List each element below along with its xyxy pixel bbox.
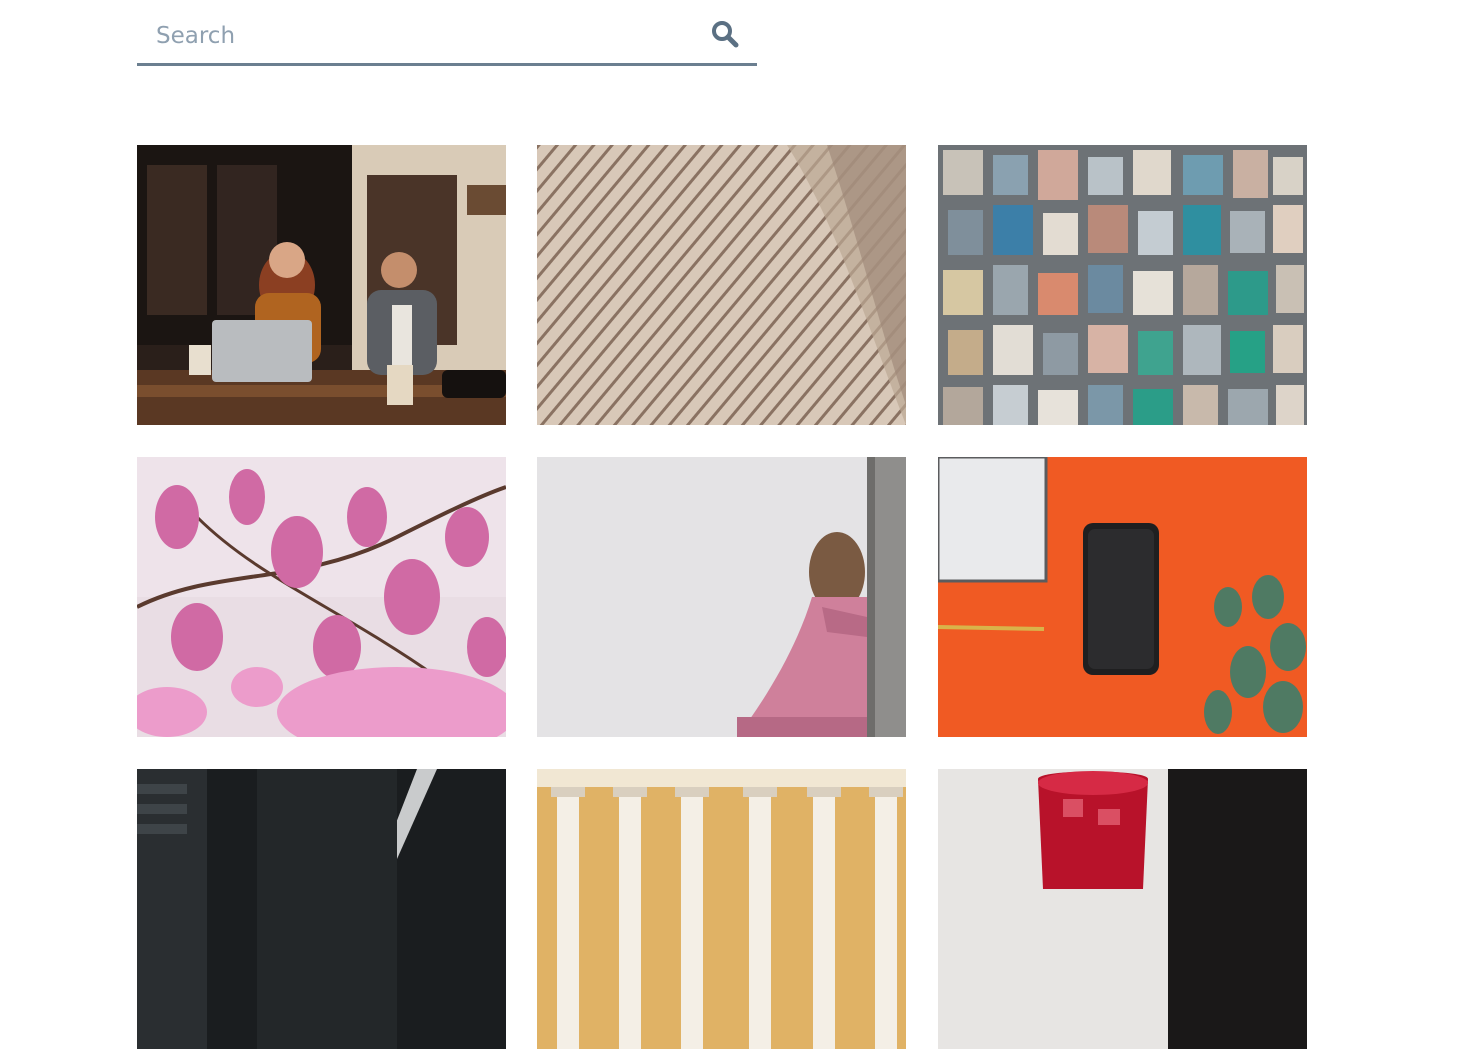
search-input[interactable] [137, 14, 716, 58]
city-aerial-photo[interactable] [938, 145, 1307, 425]
magnolia-flowers-photo[interactable] [137, 457, 506, 737]
architecture-lines-photo[interactable] [537, 145, 906, 425]
building-columns-photo[interactable] [537, 769, 906, 1049]
people-cafe-laptop-photo[interactable] [137, 145, 506, 425]
girl-wall-art-photo[interactable] [537, 457, 906, 737]
search-icon[interactable] [711, 20, 739, 48]
search-bar [137, 0, 757, 66]
dark-interior-photo[interactable] [137, 769, 506, 1049]
phone-orange-desk-photo[interactable] [938, 457, 1307, 737]
red-drink-glass-photo[interactable] [938, 769, 1307, 1049]
